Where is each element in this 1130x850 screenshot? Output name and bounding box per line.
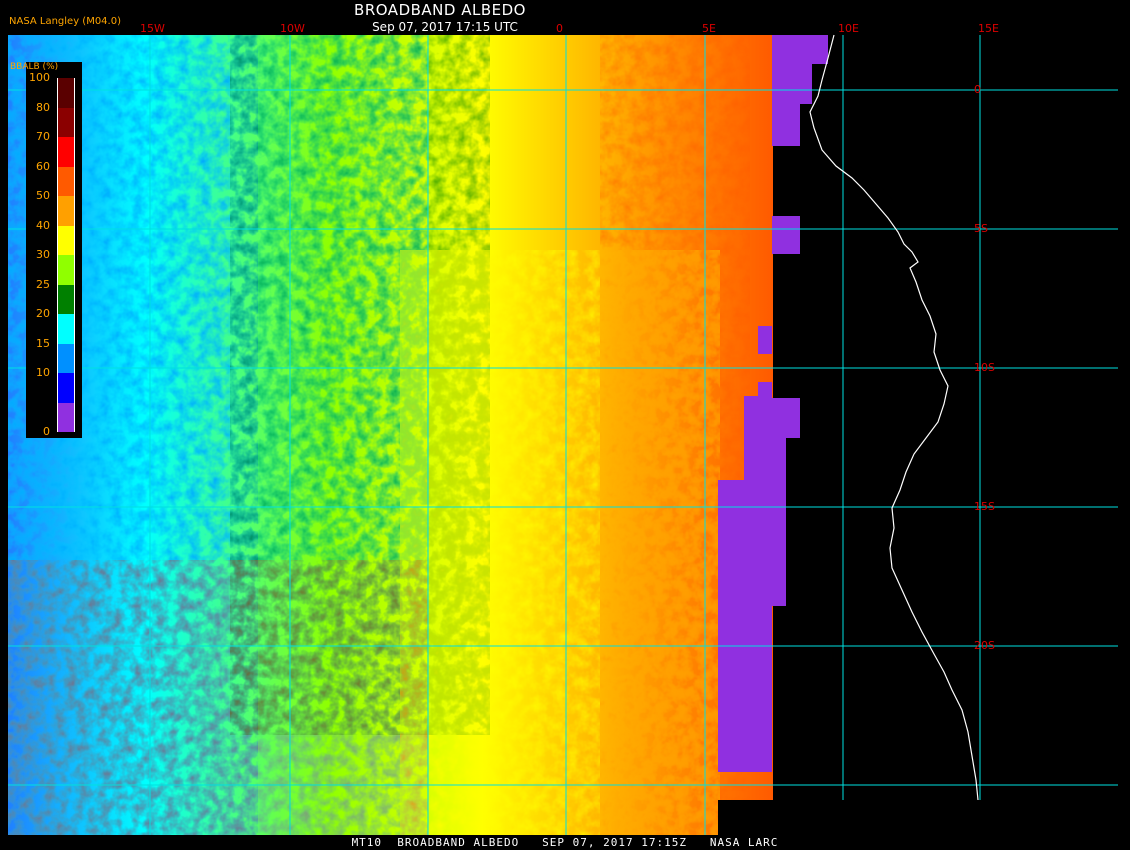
legend-label: 40 — [36, 218, 50, 232]
lat-label: 15S — [974, 500, 995, 513]
lat-label: 10S — [974, 361, 995, 374]
legend-swatch — [57, 225, 75, 255]
lat-label: 5S — [974, 222, 988, 235]
legend-label: 60 — [36, 159, 50, 173]
legend-swatch — [57, 343, 75, 373]
lon-label: 10W — [280, 22, 305, 35]
legend-swatch — [57, 373, 75, 403]
lon-label: 15W — [140, 22, 165, 35]
legend-swatch — [57, 78, 75, 108]
legend-label: 25 — [36, 277, 50, 291]
coastline — [809, 34, 979, 801]
footer-caption: MT10 BROADBAND ALBEDO SEP 07, 2017 17:15… — [351, 836, 779, 849]
legend-label: 100 — [29, 71, 50, 84]
legend-label: 80 — [36, 100, 50, 114]
legend-label: 0 — [43, 425, 50, 438]
no-data-black — [718, 800, 778, 835]
legend-label: 30 — [36, 248, 50, 261]
chart-title: BROADBAND ALBEDO — [354, 1, 526, 19]
legend-swatch — [57, 107, 75, 137]
swath-texture-red — [8, 560, 428, 835]
legend-label: 50 — [36, 189, 50, 202]
legend-swatch — [57, 137, 75, 167]
albedo-map — [8, 34, 1118, 835]
legend-swatch — [57, 314, 75, 344]
lon-label: 10E — [838, 22, 859, 35]
lat-label: 0 — [974, 83, 981, 96]
lat-label: 20S — [974, 639, 995, 652]
legend-swatch — [57, 284, 75, 314]
lon-label: 5E — [702, 22, 716, 35]
legend-label: 10 — [36, 366, 50, 379]
producer-label: NASA Langley (M04.0) — [9, 16, 121, 27]
legend-swatch — [57, 166, 75, 196]
legend-swatch — [57, 255, 75, 285]
legend-label: 15 — [36, 336, 50, 350]
lon-label: 0 — [556, 22, 563, 35]
legend-label: 70 — [36, 130, 50, 143]
timestamp: Sep 07, 2017 17:15 UTC — [372, 20, 518, 34]
legend-swatch — [57, 402, 75, 432]
lon-label: 15E — [978, 22, 999, 35]
legend-label: 20 — [36, 307, 50, 320]
legend-swatch — [57, 196, 75, 226]
